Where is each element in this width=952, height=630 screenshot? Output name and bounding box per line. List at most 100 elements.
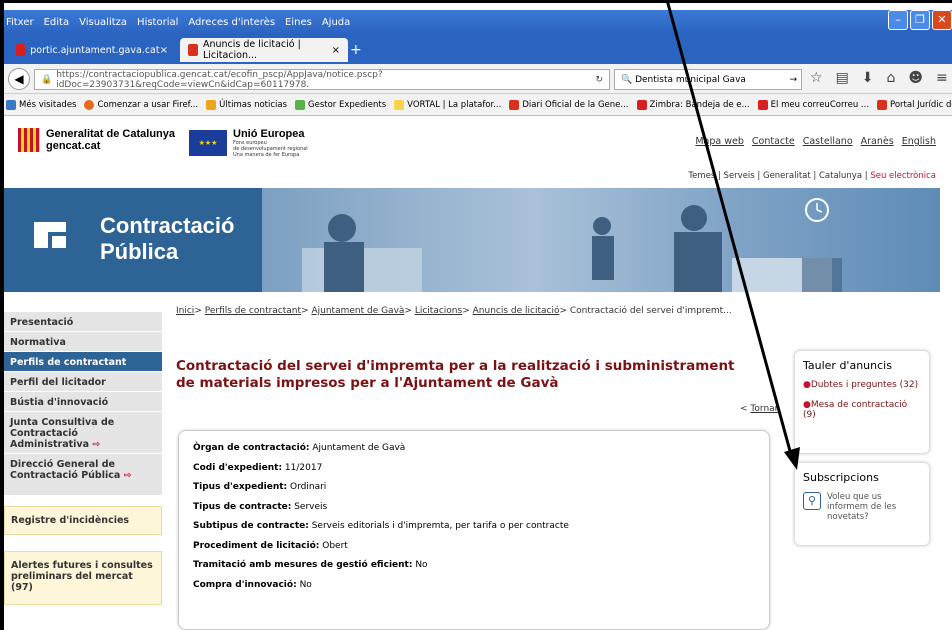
gen-line1: Generalitat de Catalunya [46, 128, 175, 140]
detail-value: Ordinari [290, 482, 327, 492]
page-title: Contractació del servei d'impremta per a… [176, 358, 735, 391]
bookmarks-bar: Més visitades Comenzar a usar Firef... Ú… [4, 94, 952, 116]
menu-eines[interactable]: Eines [285, 17, 312, 28]
tab-bar: portic.ajuntament.gava.cat × Anuncis de … [4, 34, 952, 64]
bookmark-icon [394, 99, 405, 110]
breadcrumb-perfils[interactable]: Perfils de contractant [205, 306, 301, 316]
external-link-icon: ⇨ [92, 439, 101, 450]
seu-electronica-link[interactable]: Seu electrònica [870, 171, 936, 181]
detail-row: Compra d'innovació: No [193, 580, 755, 590]
menu-bar: Fitxer Edita Visualitza Historial Adrece… [4, 10, 952, 34]
alertes-futures[interactable]: Alertes futures i consultes preliminars … [4, 551, 162, 605]
banner-line1: Contractació [100, 213, 235, 238]
breadcrumb-sep: > [404, 306, 412, 316]
menu-ajuda[interactable]: Ajuda [322, 17, 350, 28]
menu-edita[interactable]: Edita [44, 17, 70, 28]
bookmark-label: Comenzar a usar Firef... [97, 99, 199, 110]
download-icon[interactable]: ⬇ [862, 70, 874, 86]
breadcrumb-ajuntament[interactable]: Ajuntament de Gavà [311, 306, 404, 316]
bookmark-item[interactable]: Diari Oficial de la Gene... [509, 99, 629, 110]
new-tab-button[interactable]: + [350, 42, 362, 58]
dubtes-link[interactable]: ●Dubtes i preguntes (32) [803, 380, 921, 390]
sidebar-item-perfil-licitador[interactable]: Perfil del licitador [4, 372, 162, 392]
sidebar-item-perfils[interactable]: Perfils de contractant [4, 352, 162, 372]
link-mapa-web[interactable]: Mapa web [695, 136, 744, 147]
reload-icon[interactable]: ↻ [595, 75, 603, 85]
tauler-title: Tauler d'anuncis [803, 359, 892, 372]
bookmark-item[interactable]: Últimas noticias [206, 99, 288, 110]
bookmark-item[interactable]: El meu correuCorreu ... [757, 99, 869, 110]
subscripcions-text: Voleu que us informem de les novetats? [827, 492, 897, 522]
secondary-nav-links[interactable]: Temes | Serveis | Generalitat | Cataluny… [688, 171, 867, 181]
bookmark-item[interactable]: Zimbra: Bandeja de e... [636, 99, 750, 110]
sidebar-item-presentacio[interactable]: Presentació [4, 312, 162, 332]
banner-title: Contractació Pública [100, 213, 234, 265]
menu-visualitza[interactable]: Visualitza [79, 17, 127, 28]
bookmark-item[interactable]: Portal Jurídic de Catal... [877, 99, 952, 110]
sidebar-item-normativa[interactable]: Normativa [4, 332, 162, 352]
bookmark-item[interactable]: Més visitades [6, 99, 77, 110]
bookmark-label: Diari Oficial de la Gene... [522, 99, 629, 110]
tab-close-icon[interactable]: × [332, 45, 340, 56]
eu-flag-icon: ★★★ [189, 130, 227, 156]
menu-icon[interactable]: ≡ [936, 70, 948, 86]
bookmark-item[interactable]: Gestor Expedients [295, 99, 387, 110]
breadcrumb-anuncis[interactable]: Anuncis de licitació [473, 306, 560, 316]
mesa-link[interactable]: ●Mesa de contractació (9) [803, 400, 921, 420]
ue-logo: ★★★ Unió Europea Fons europeu de desenvo… [189, 128, 308, 158]
menu-historial[interactable]: Historial [137, 17, 178, 28]
tab-close-icon[interactable]: × [160, 45, 168, 56]
chat-icon[interactable]: ☻ [908, 70, 923, 86]
bookmark-label: Últimas noticias [219, 99, 288, 110]
search-go-icon[interactable]: → [789, 75, 797, 85]
tab-label: Anuncis de licitació | Licitacion... [202, 39, 301, 61]
gencat-icon [877, 99, 888, 110]
maximize-icon[interactable]: ❐ [910, 10, 930, 30]
generalitat-logo[interactable]: Generalitat de Catalunya gencat.cat [18, 128, 175, 152]
bookmark-item[interactable]: VORTAL | La platafor... [394, 99, 502, 110]
sidebar-item-junta-consultiva[interactable]: Junta Consultiva de Contractació Adminis… [4, 412, 162, 454]
bookmark-star-icon[interactable]: ☆ [810, 70, 823, 86]
sidebar-item-direccio-general[interactable]: Direcció General de Contractació Pública… [4, 454, 162, 496]
breadcrumb-sep: > [194, 306, 202, 316]
registre-incidencies[interactable]: Registre d'incidències [4, 506, 162, 535]
breadcrumb-sep: > [301, 306, 309, 316]
detail-row: Subtipus de contracte: Serveis editorial… [193, 521, 755, 531]
bookmark-label: Més visitades [19, 99, 77, 110]
menu-fitxer[interactable]: Fitxer [6, 17, 34, 28]
bookmark-label: Gestor Expedients [308, 99, 387, 110]
home-icon[interactable]: ⌂ [887, 70, 896, 86]
detail-row: Codi d'expedient: 11/2017 [193, 463, 755, 473]
bookmark-item[interactable]: Comenzar a usar Firef... [84, 99, 199, 110]
detail-key: Tramitació amb mesures de gestió eficien… [193, 560, 413, 570]
menu-adreces[interactable]: Adreces d'interès [188, 17, 275, 28]
url-text: https://contractaciopublica.gencat.cat/e… [56, 69, 383, 90]
close-icon[interactable]: ✕ [932, 10, 952, 30]
breadcrumb-licitacions[interactable]: Licitacions [415, 306, 462, 316]
tab-anuncis[interactable]: Anuncis de licitació | Licitacion... × [180, 38, 348, 62]
subscripcions-title: Subscripcions [803, 471, 879, 484]
breadcrumb-inici[interactable]: Inici [176, 306, 194, 316]
rss-icon [206, 99, 217, 110]
toolbar-icons: ☆ ▤ ⬇ ⌂ ☻ ≡ [810, 70, 948, 86]
subscripcions-body[interactable]: ⚲ Voleu que us informem de les novetats? [803, 492, 921, 522]
link-aranes[interactable]: Aranès [861, 136, 894, 147]
tornar-link[interactable]: < Tornar [740, 404, 778, 414]
search-input[interactable]: 🔍 Dentista municipal Gava → [614, 69, 802, 90]
reading-list-icon[interactable]: ▤ [836, 70, 849, 86]
web-page: Generalitat de Catalunya gencat.cat ★★★ … [4, 116, 952, 630]
external-link-icon: ⇨ [123, 470, 132, 481]
sidebar-item-bustia[interactable]: Bústia d'innovació [4, 392, 162, 412]
link-castellano[interactable]: Castellano [803, 136, 853, 147]
url-bar[interactable]: 🔒 https://contractaciopublica.gencat.cat… [34, 69, 610, 90]
detail-key: Òrgan de contractació: [193, 443, 310, 453]
link-english[interactable]: English [902, 136, 936, 147]
detail-value: Serveis [294, 501, 328, 512]
back-button[interactable]: ◀ [8, 68, 30, 90]
tab-portic[interactable]: portic.ajuntament.gava.cat × [8, 38, 176, 62]
link-contacte[interactable]: Contacte [752, 136, 795, 147]
banner-brand[interactable]: Contractació Pública [4, 188, 262, 292]
bookmark-label: VORTAL | La platafor... [407, 99, 502, 110]
minimize-icon[interactable]: – [888, 10, 908, 30]
tab-label: portic.ajuntament.gava.cat [30, 44, 160, 56]
